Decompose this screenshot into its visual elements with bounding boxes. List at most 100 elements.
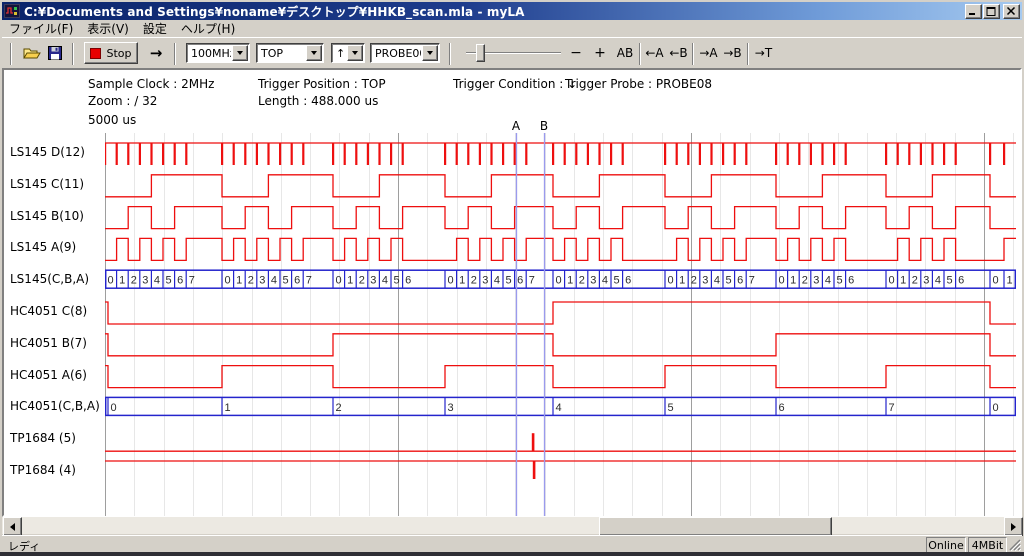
svg-text:3: 3 (590, 275, 596, 287)
status-memory: 4MBit (968, 537, 1007, 553)
toolbar-separator (747, 43, 749, 65)
svg-text:5: 5 (614, 275, 620, 287)
waveform-plot[interactable]: 0123456701234567012345601234567012345601… (105, 133, 1016, 516)
close-button[interactable] (1003, 4, 1020, 19)
svg-text:5: 5 (394, 275, 400, 287)
svg-text:4: 4 (271, 275, 277, 287)
arrow-right-icon (1011, 523, 1016, 531)
channel-label: LS145 D(12) (10, 145, 106, 161)
svg-text:1: 1 (459, 275, 465, 287)
chevron-down-icon (352, 51, 358, 55)
menu-settings[interactable]: 設定 (136, 19, 174, 38)
horizontal-scrollbar[interactable] (2, 517, 1022, 534)
channel-label: LS145 C(11) (10, 177, 106, 193)
svg-text:4: 4 (154, 275, 160, 287)
zoom-out-button[interactable]: − (566, 42, 586, 64)
slider-handle[interactable] (476, 44, 485, 62)
svg-text:1: 1 (679, 275, 685, 287)
probe-value: PROBE00 (371, 47, 421, 60)
window-title: C:¥Documents and Settings¥noname¥デスクトップ¥… (24, 3, 964, 20)
svg-text:7: 7 (529, 275, 535, 287)
svg-text:4: 4 (825, 275, 831, 287)
zoom-out-label: − (570, 45, 582, 61)
scroll-left-button[interactable] (3, 517, 22, 536)
goto-trigger-button[interactable]: →T (752, 42, 775, 64)
save-button[interactable] (45, 42, 65, 64)
svg-text:5: 5 (837, 275, 843, 287)
scroll-right-button[interactable] (1004, 517, 1023, 536)
svg-text:6: 6 (737, 275, 743, 287)
minimize-button[interactable] (965, 4, 982, 19)
svg-text:2: 2 (248, 275, 254, 287)
channel-label: TP1684 (4) (10, 463, 106, 479)
channel-label: TP1684 (5) (10, 431, 106, 447)
svg-text:4: 4 (602, 275, 608, 287)
channel-label: LS145 A(9) (10, 240, 106, 256)
toolbar-separator (174, 43, 176, 65)
svg-text:6: 6 (177, 275, 183, 287)
svg-text:7: 7 (306, 275, 312, 287)
svg-text:0: 0 (336, 275, 342, 287)
trigger-edge-value: ↑ (332, 47, 346, 60)
toolbar-separator (449, 43, 451, 65)
chevron-down-icon (311, 51, 317, 55)
dropdown-button[interactable] (422, 45, 438, 61)
svg-text:0: 0 (108, 275, 114, 287)
open-file-button[interactable] (20, 42, 44, 64)
scrollbar-thumb[interactable] (599, 517, 832, 536)
svg-text:2: 2 (471, 275, 477, 287)
minimize-icon (968, 7, 979, 16)
svg-text:1: 1 (119, 275, 125, 287)
waveform-svg: 0123456701234567012345601234567012345601… (105, 133, 1016, 516)
zoom-in-button[interactable]: + (590, 42, 610, 64)
info-length: Length : 488.000 us (258, 94, 378, 108)
sample-clock-select[interactable]: 100MHz (186, 43, 250, 63)
stop-button[interactable]: Stop (84, 42, 138, 64)
chevron-down-icon (237, 51, 243, 55)
resize-grip[interactable] (1008, 538, 1021, 551)
menu-view[interactable]: 表示(V) (80, 19, 136, 38)
goto-cursor-b-button[interactable]: ←B (667, 42, 690, 64)
svg-text:1: 1 (790, 275, 796, 287)
svg-text:6: 6 (958, 275, 964, 287)
dropdown-button[interactable] (306, 45, 322, 61)
svg-text:5: 5 (283, 275, 289, 287)
svg-text:6: 6 (517, 275, 523, 287)
app-icon (4, 4, 20, 18)
svg-text:3: 3 (702, 275, 708, 287)
menu-help[interactable]: ヘルプ(H) (174, 19, 242, 38)
dropdown-button[interactable] (347, 45, 363, 61)
svg-text:2: 2 (912, 275, 918, 287)
open-folder-icon (23, 46, 42, 60)
status-online: Online (926, 537, 966, 553)
dropdown-button[interactable] (232, 45, 248, 61)
menu-file[interactable]: ファイル(F) (2, 19, 80, 38)
info-sample-clock: Sample Clock : 2MHz (88, 77, 214, 91)
maximize-button[interactable] (983, 4, 1000, 19)
svg-text:4: 4 (556, 402, 562, 414)
toolbar-separator (639, 43, 641, 65)
svg-text:2: 2 (131, 275, 137, 287)
info-zoom: Zoom : / 32 (88, 94, 157, 108)
svg-text:2: 2 (802, 275, 808, 287)
svg-text:4: 4 (714, 275, 720, 287)
run-button[interactable]: → (143, 42, 169, 64)
trigger-edge-select[interactable]: ↑ (331, 43, 365, 63)
svg-text:1: 1 (1007, 275, 1013, 287)
time-scale-label: 5000 us (88, 113, 136, 127)
window-bottom-edge (0, 552, 1024, 556)
goto-cursor-a-button[interactable]: ←A (643, 42, 666, 64)
sample-clock-value: 100MHz (187, 47, 231, 60)
info-trigger-probe: Trigger Probe : PROBE08 (565, 77, 712, 91)
set-cursor-a-button[interactable]: →A (697, 42, 720, 64)
svg-text:1: 1 (225, 402, 231, 414)
zoom-ab-button[interactable]: AB (613, 42, 637, 64)
svg-text:3: 3 (482, 275, 488, 287)
probe-select[interactable]: PROBE00 (370, 43, 440, 63)
channel-label: HC4051(C,B,A) (10, 399, 106, 415)
info-trigger-position: Trigger Position : TOP (258, 77, 386, 91)
set-cursor-b-button[interactable]: →B (721, 42, 744, 64)
zoom-slider[interactable] (466, 42, 561, 64)
svg-text:0: 0 (225, 275, 231, 287)
trigger-position-select[interactable]: TOP (256, 43, 324, 63)
